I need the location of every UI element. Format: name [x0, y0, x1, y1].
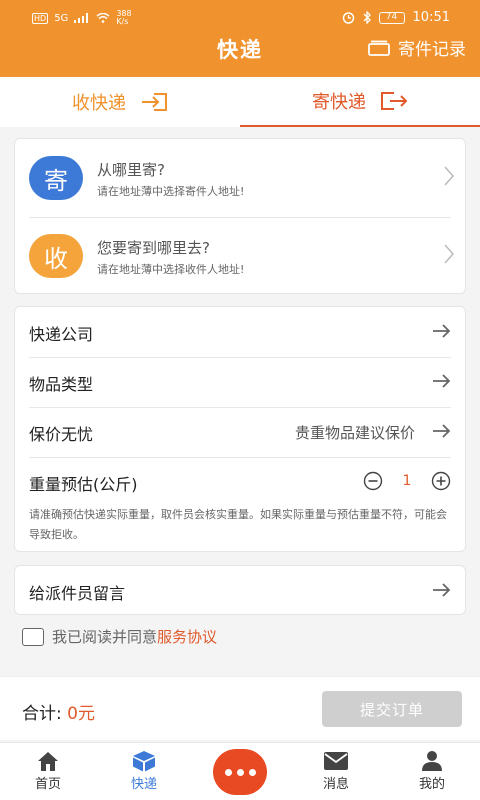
sender-title: 从哪里寄? [97, 161, 165, 179]
sender-hint: 请在地址薄中选择寄件人地址! [97, 185, 245, 198]
insurance-row[interactable]: 保价无忧 贵重物品建议保价 [15, 407, 467, 457]
agreement-checkbox[interactable] [22, 627, 44, 646]
chevron-right-icon [444, 166, 455, 186]
insurance-label: 保价无忧 [29, 425, 94, 444]
options-card: 快递公司 物品类型 保价无忧 贵重物品建议保价 重量预估(公斤) 1 请准确预估… [14, 306, 466, 552]
arrow-right-icon [433, 583, 451, 597]
tab-messages-label: 消息 [322, 777, 349, 792]
insurance-hint: 贵重物品建议保价 [294, 424, 415, 442]
courier-company-row[interactable]: 快递公司 [15, 307, 467, 357]
item-type-row[interactable]: 物品类型 [15, 357, 467, 407]
bluetooth-icon [363, 11, 371, 24]
submit-order-button[interactable]: 提交订单 [322, 691, 462, 727]
tab-home[interactable]: 首页 [18, 749, 78, 792]
bottom-tabbar: 首页 快递 消息 我的 [0, 742, 480, 800]
item-type-label: 物品类型 [29, 375, 94, 394]
more-dot [248, 768, 256, 776]
tab-express-label: 快递 [130, 777, 157, 792]
weight-row: 重量预估(公斤) 1 请准确预估快递实际重量，取件员会核实重量。如果实际重量与预… [15, 457, 467, 553]
user-icon [422, 751, 442, 771]
message-card: 给派件员留言 [14, 565, 466, 615]
package-icon [133, 751, 155, 772]
plus-icon[interactable] [431, 471, 451, 491]
signal-icon [74, 13, 89, 23]
service-agreement-link[interactable]: 服务协议 [157, 626, 217, 647]
tab-messages[interactable]: 消息 [306, 749, 366, 792]
arrow-right-icon [433, 374, 451, 388]
tab-receive-label: 收快递 [72, 93, 126, 114]
more-dot [236, 768, 244, 776]
tab-express[interactable]: 快递 [114, 749, 174, 792]
arrow-right-icon [433, 424, 451, 438]
more-button[interactable] [213, 749, 267, 795]
shipping-record-button[interactable]: 寄件记录 [368, 35, 466, 60]
record-label: 寄件记录 [398, 40, 466, 60]
total-label: 合计: [22, 704, 62, 724]
address-card: 寄 从哪里寄? 请在地址薄中选择寄件人地址! 收 您要寄到哪里去? 请在地址薄中… [14, 138, 466, 294]
minus-icon[interactable] [363, 471, 383, 491]
receiver-title: 您要寄到哪里去? [97, 239, 210, 257]
alarm-icon [342, 12, 354, 24]
courier-message-row[interactable]: 给派件员留言 [15, 566, 467, 616]
tab-receive[interactable]: 收快递 [0, 77, 240, 127]
sender-badge: 寄 [29, 156, 83, 200]
sender-address-row[interactable]: 寄 从哪里寄? 请在地址薄中选择寄件人地址! [15, 139, 467, 217]
order-footer: 合计: 0元 提交订单 [0, 676, 480, 740]
total-price: 合计: 0元 [22, 699, 95, 724]
receiver-address-row[interactable]: 收 您要寄到哪里去? 请在地址薄中选择收件人地址! [15, 217, 467, 295]
tab-send[interactable]: 寄快递 [240, 77, 480, 127]
agreement-text: 我已阅读并同意 [52, 628, 158, 646]
chevron-right-icon [444, 244, 455, 264]
weight-note: 请准确预估快递实际重量，取件员会核实重量。如果实际重量与预估重量不符，可能会导致… [29, 508, 447, 541]
app-header: HD 5G 388 K/s 74 10:51 快递 寄件记录 [0, 0, 480, 77]
receive-icon [142, 93, 167, 111]
mode-tabs: 收快递 寄快递 [0, 77, 480, 127]
network-indicator: 5G [54, 12, 69, 24]
tab-mine[interactable]: 我的 [402, 749, 462, 792]
more-dot [224, 768, 232, 776]
status-bar: HD 5G 388 K/s 74 10:51 [0, 8, 480, 30]
send-icon [381, 92, 408, 110]
network-speed: 388 K/s [116, 9, 132, 26]
agreement-row: 我已阅读并同意 服务协议 [22, 626, 217, 647]
courier-company-label: 快递公司 [29, 325, 94, 344]
weight-stepper: 1 [363, 471, 451, 491]
weight-label: 重量预估(公斤) [29, 475, 138, 494]
total-amount: 0元 [67, 704, 95, 724]
courier-message-label: 给派件员留言 [29, 584, 126, 603]
wifi-icon [96, 13, 110, 23]
tab-send-label: 寄快递 [312, 92, 366, 113]
battery-icon: 74 [378, 11, 405, 24]
receiver-hint: 请在地址薄中选择收件人地址! [97, 263, 245, 276]
record-icon [368, 40, 390, 56]
home-icon [38, 752, 58, 771]
clock: 10:51 [412, 10, 450, 25]
hd-indicator: HD [32, 12, 49, 24]
tab-mine-label: 我的 [418, 777, 445, 792]
receiver-badge: 收 [29, 234, 83, 278]
tab-home-label: 首页 [34, 777, 61, 792]
mail-icon [324, 752, 348, 770]
arrow-right-icon [433, 324, 451, 338]
weight-quantity: 1 [402, 473, 412, 489]
